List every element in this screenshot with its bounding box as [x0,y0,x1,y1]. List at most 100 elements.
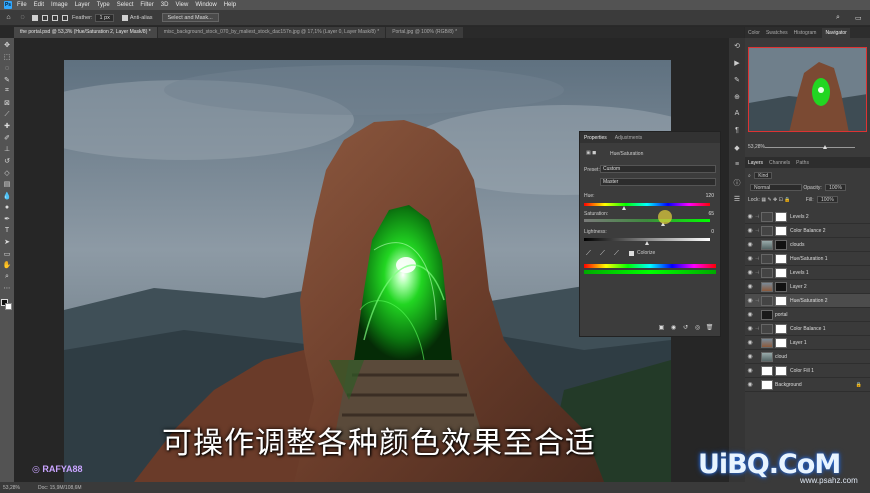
layer-thumbnail[interactable] [761,309,773,320]
layer-mask-thumbnail[interactable] [775,337,787,348]
layer-thumbnail[interactable] [761,281,773,292]
subtract-selection-icon[interactable] [52,14,58,21]
layer-thumbnail[interactable] [761,267,773,278]
tab-histogram[interactable]: Histogram [794,30,817,36]
layer-name[interactable]: Hue/Saturation 2 [790,298,828,304]
layer-mask-thumbnail[interactable] [775,323,787,334]
navigator-zoom-knob[interactable] [823,145,827,149]
more-tools-icon[interactable]: ⋯ [2,283,12,293]
history-icon[interactable]: ⟲ [733,42,742,51]
lightness-slider-knob[interactable] [645,241,649,245]
menu-view[interactable]: View [175,2,188,8]
navigator-preview[interactable] [748,47,867,132]
layer-name[interactable]: Levels 2 [790,214,809,220]
menu-3d[interactable]: 3D [161,2,169,8]
tab-swatches[interactable]: Swatches [766,30,788,36]
hand-tool-icon[interactable]: ✋ [2,260,12,270]
view-previous-icon[interactable]: ◉ [669,324,678,332]
photoshop-logo-icon[interactable]: Ps [4,1,12,9]
visibility-eye-icon[interactable]: ◉ [745,381,755,388]
menu-edit[interactable]: Edit [34,2,44,8]
zoom-tool-icon[interactable]: ⌕ [2,272,12,282]
properties-icon[interactable]: ≡ [733,161,742,170]
layer-row[interactable]: ◉ Layer 2 [745,280,870,294]
healing-tool-icon[interactable]: ✚ [2,121,12,131]
blur-tool-icon[interactable]: 💧 [2,191,12,201]
type-tool-icon[interactable]: T [2,226,12,236]
feather-input[interactable]: 1 px [95,13,114,22]
menu-select[interactable]: Select [117,2,134,8]
layer-row[interactable]: ◉ clouds [745,238,870,252]
tab-the-portal[interactable]: the portal.psd @ 53,3% (Hue/Saturation 2… [14,27,157,38]
layer-mask-thumbnail[interactable] [775,365,787,376]
visibility-eye-icon[interactable]: ◉ [745,283,755,290]
lightness-value[interactable]: 0 [711,229,714,235]
history-brush-tool-icon[interactable]: ↺ [2,156,12,166]
blend-mode-select[interactable]: Normal [750,184,802,191]
visibility-icon[interactable]: ◎ [693,324,702,332]
visibility-eye-icon[interactable]: ◉ [745,269,755,276]
layer-name[interactable]: Layer 1 [790,340,807,346]
layer-mask-thumbnail[interactable] [775,239,787,250]
layer-row[interactable]: ◉ Layer 1 [745,336,870,350]
eyedropper-icon[interactable]: ⟋ [586,250,591,258]
visibility-eye-icon[interactable]: ◉ [745,255,755,262]
saturation-value[interactable]: 65 [708,211,714,217]
menu-type[interactable]: Type [97,2,110,8]
eyedropper-minus-icon[interactable]: ⟋ [614,250,619,258]
layer-thumbnail[interactable] [761,239,773,250]
visibility-eye-icon[interactable]: ◉ [745,297,755,304]
layer-mask-thumbnail[interactable] [775,267,787,278]
lasso-tool-icon[interactable]: ◌ [18,13,27,22]
layer-mask-thumbnail[interactable] [775,253,787,264]
layer-row[interactable]: ◉ ⊣ Hue/Saturation 2 [745,294,870,308]
visibility-eye-icon[interactable]: ◉ [745,325,755,332]
navigator-view-box[interactable] [748,47,867,132]
eyedropper-plus-icon[interactable]: ⟋ [600,250,605,258]
menu-layer[interactable]: Layer [75,2,90,8]
layer-mask-thumbnail[interactable] [775,225,787,236]
layer-thumbnail[interactable] [761,337,773,348]
layer-row[interactable]: ◉ Color Fill 1 [745,364,870,378]
lock-icon[interactable]: 🔒 [856,382,862,388]
visibility-eye-icon[interactable]: ◉ [745,241,755,248]
hue-slider[interactable] [584,203,710,206]
tab-adjustments[interactable]: Adjustments [615,135,643,141]
menu-help[interactable]: Help [224,2,236,8]
saturation-slider[interactable] [584,219,710,222]
layer-name[interactable]: Color Balance 2 [790,228,826,234]
tab-color[interactable]: Color [748,30,760,36]
layer-thumbnail[interactable] [761,253,773,264]
lasso-tool-icon[interactable]: ◌ [2,63,12,73]
layer-thumbnail[interactable] [761,379,773,390]
visibility-eye-icon[interactable]: ◉ [745,353,755,360]
fill-input[interactable]: 100% [816,196,838,203]
layer-mask-thumbnail[interactable] [775,211,787,222]
path-select-tool-icon[interactable]: ➤ [2,237,12,247]
crop-tool-icon[interactable]: ⌗ [2,86,12,96]
layer-mask-thumbnail[interactable] [775,295,787,306]
gradient-tool-icon[interactable]: ▤ [2,179,12,189]
layer-thumbnail[interactable] [761,225,773,236]
layer-name[interactable]: Color Balance 1 [790,326,826,332]
layer-row[interactable]: ◉ portal [745,308,870,322]
move-tool-icon[interactable]: ✥ [2,40,12,50]
layer-row[interactable]: ◉ ⊣ Levels 2 [745,210,870,224]
eraser-tool-icon[interactable]: ◇ [2,168,12,178]
dodge-tool-icon[interactable]: ● [2,202,12,212]
character-icon[interactable]: A [733,110,742,119]
menu-file[interactable]: File [17,2,27,8]
delete-icon[interactable]: 🗑 [705,324,714,332]
frame-tool-icon[interactable]: ⊠ [2,98,12,108]
reset-icon[interactable]: ↺ [681,324,690,332]
tab-portal-jpg[interactable]: Portal.jpg @ 100% (RGB/8) * [386,27,464,38]
layer-name[interactable]: Hue/Saturation 1 [790,256,828,262]
antialias-checkbox[interactable] [121,14,128,21]
layer-name[interactable]: portal [775,312,788,318]
tab-channels[interactable]: Channels [769,160,790,166]
actions-icon[interactable]: ▶ [733,59,742,68]
clip-to-layer-icon[interactable]: ▣ [657,324,666,332]
layer-row[interactable]: ◉ cloud [745,350,870,364]
workspace-icon[interactable]: ▭ [855,14,862,22]
lock-icons[interactable]: ▦ ✎ ✥ ⊡ 🔒 [761,197,790,203]
